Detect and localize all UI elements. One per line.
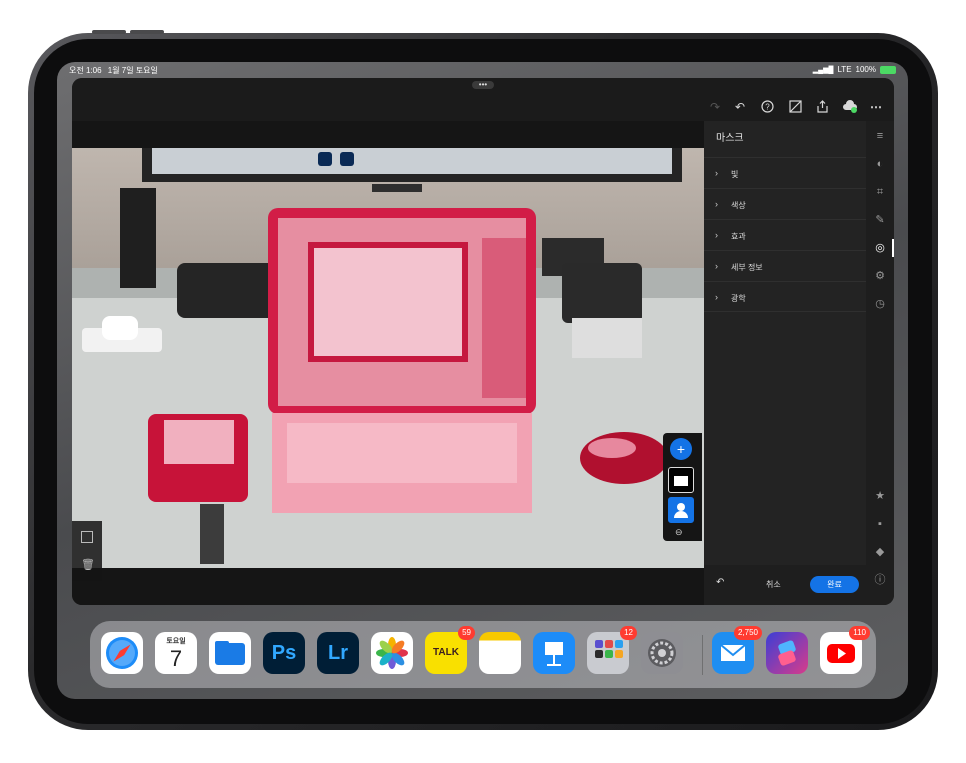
compare-icon[interactable] bbox=[788, 100, 802, 114]
lightroom-icon[interactable]: Lr bbox=[317, 632, 359, 674]
safari-icon[interactable] bbox=[101, 632, 143, 674]
chevron-right-icon: › bbox=[715, 168, 718, 178]
chevron-right-icon: › bbox=[715, 230, 718, 240]
panel-item-color[interactable]: › 색상 bbox=[704, 188, 866, 219]
status-time: 오전 1:06 bbox=[69, 66, 102, 75]
share-icon[interactable] bbox=[815, 100, 829, 114]
dock-divider bbox=[702, 635, 703, 675]
cancel-button[interactable]: 취소 bbox=[766, 579, 781, 590]
info-icon[interactable]: ⓘ bbox=[873, 573, 887, 587]
panel-item-light[interactable]: › 빛 bbox=[704, 157, 866, 188]
battery-percent: 100% bbox=[855, 65, 876, 74]
panel-item-effects[interactable]: › 효과 bbox=[704, 219, 866, 250]
signal-type: LTE bbox=[837, 65, 852, 74]
shortcuts-icon[interactable] bbox=[766, 632, 808, 674]
multitasking-handle[interactable]: ••• bbox=[472, 81, 494, 89]
edited-photo bbox=[72, 148, 704, 568]
volume-button bbox=[130, 30, 164, 34]
history-icon[interactable]: ◷ bbox=[873, 297, 887, 311]
photo-canvas[interactable]: 🗑 bbox=[72, 121, 704, 605]
undo-icon[interactable]: ↶ bbox=[733, 100, 747, 114]
active-tool-indicator bbox=[892, 239, 894, 257]
notification-badge: 110 bbox=[849, 626, 870, 640]
svg-text:?: ? bbox=[765, 103, 770, 112]
more-icon[interactable]: ⋯ bbox=[869, 100, 883, 114]
volume-button bbox=[92, 30, 126, 34]
signal-icon: ▂▄▆█ bbox=[812, 66, 834, 74]
mail-icon[interactable]: 2,750 bbox=[712, 626, 762, 674]
tool-rail: ≡ ◐ ⌗ ✎ ◎ ⚙ ◷ ★ ▪ ◆ ⓘ bbox=[866, 121, 894, 605]
chevron-right-icon: › bbox=[715, 199, 718, 209]
settings-icon[interactable] bbox=[641, 632, 683, 674]
top-toolbar: ••• ↷ ↶ ? ⋯ bbox=[72, 78, 894, 121]
photo-illustration bbox=[72, 148, 704, 568]
help-icon[interactable]: ? bbox=[760, 100, 774, 114]
notification-badge: 12 bbox=[620, 626, 637, 640]
presets-icon[interactable]: ◐ bbox=[873, 157, 887, 171]
kakaotalk-icon[interactable]: TALK 59 bbox=[425, 626, 475, 674]
app-folder-icon[interactable]: 12 bbox=[587, 626, 637, 674]
panel-item-optics[interactable]: › 광학 bbox=[704, 281, 866, 312]
ipad-screen: 오전 1:06 1월 7일 토요일 ▂▄▆█ LTE 100% ••• ↷ ↶ … bbox=[57, 62, 908, 699]
notes-icon[interactable] bbox=[479, 632, 521, 674]
status-date: 1월 7일 토요일 bbox=[107, 66, 158, 75]
masking-icon[interactable]: ◎ bbox=[873, 241, 887, 255]
dock: 토요일 7 Ps Lr TALK 59 12 2,750 110 bbox=[90, 621, 876, 688]
done-button[interactable]: 완료 bbox=[810, 576, 859, 593]
chevron-right-icon: › bbox=[715, 261, 718, 271]
redo-icon[interactable]: ↷ bbox=[708, 100, 722, 114]
left-tool-strip: 🗑 bbox=[72, 521, 102, 581]
files-icon[interactable] bbox=[209, 632, 251, 674]
tag-icon[interactable]: ◆ bbox=[873, 545, 887, 559]
versions-icon[interactable]: ⚙ bbox=[873, 269, 887, 283]
lightroom-window: ••• ↷ ↶ ? ⋯ 🗑 + ⊖ 마스크 › 빛 › 색상 › 효과 › 세부… bbox=[72, 78, 894, 605]
edit-sliders-icon[interactable]: ≡ bbox=[873, 129, 887, 143]
add-subtract-mask-icon[interactable]: ⊖ bbox=[675, 527, 689, 537]
cloud-sync-icon[interactable] bbox=[842, 100, 857, 114]
notification-badge: 2,750 bbox=[733, 626, 762, 640]
status-bar: 오전 1:06 1월 7일 토요일 ▂▄▆█ LTE 100% bbox=[57, 62, 908, 78]
panel-title: 마스크 bbox=[716, 133, 744, 144]
calendar-icon[interactable]: 토요일 7 bbox=[155, 632, 197, 674]
chevron-right-icon: › bbox=[715, 292, 718, 302]
add-mask-button[interactable]: + bbox=[670, 438, 692, 460]
comment-icon[interactable]: ▪ bbox=[873, 517, 887, 531]
photos-icon[interactable] bbox=[371, 632, 413, 674]
invert-mask-icon[interactable] bbox=[81, 531, 93, 543]
healing-brush-icon[interactable]: ✎ bbox=[873, 213, 887, 227]
panel-item-detail[interactable]: › 세부 정보 bbox=[704, 250, 866, 281]
reset-icon[interactable]: ↶ bbox=[716, 577, 724, 588]
notification-badge: 59 bbox=[458, 626, 475, 640]
keynote-icon[interactable] bbox=[533, 632, 575, 674]
mask-panel: 마스크 › 빛 › 색상 › 효과 › 세부 정보 › 광학 bbox=[704, 121, 866, 605]
battery-icon bbox=[880, 65, 896, 74]
panel-bottom-bar: ↶ 취소 완료 bbox=[704, 565, 866, 605]
crop-icon[interactable]: ⌗ bbox=[873, 185, 887, 199]
trash-icon[interactable]: 🗑 bbox=[81, 559, 95, 571]
photoshop-icon[interactable]: Ps bbox=[263, 632, 305, 674]
star-icon[interactable]: ★ bbox=[873, 489, 887, 503]
subject-mask-icon[interactable] bbox=[668, 497, 694, 523]
mask-thumbnail[interactable] bbox=[668, 467, 694, 493]
mask-stack: + ⊖ bbox=[663, 433, 702, 541]
youtube-icon[interactable]: 110 bbox=[820, 626, 870, 674]
